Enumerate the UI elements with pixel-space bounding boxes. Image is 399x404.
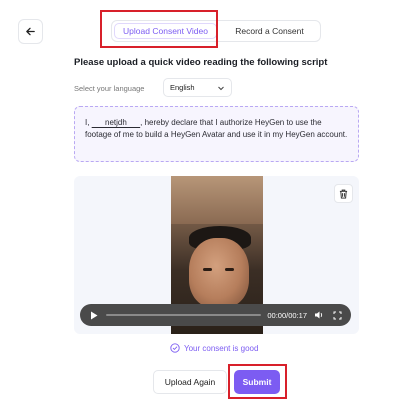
page-title: Please upload a quick video reading the … [74,57,328,68]
fullscreen-button[interactable] [331,309,343,321]
language-select[interactable]: English [163,78,232,97]
video-progress-bar[interactable] [106,314,262,316]
submit-button[interactable]: Submit [234,370,280,394]
tab-upload-consent-video[interactable]: Upload Consent Video [114,23,217,39]
script-prefix: I, [85,118,92,127]
consent-status-text: Your consent is good [184,343,259,353]
consent-script: I, netjdh , hereby declare that I author… [74,106,359,162]
trash-icon [339,189,348,198]
check-circle-icon [170,343,180,353]
tab-record-a-consent[interactable]: Record a Consent [219,21,320,41]
fullscreen-icon [333,311,341,319]
play-button[interactable] [88,309,100,321]
volume-icon [315,311,323,319]
arrow-left-icon [26,27,35,36]
video-preview: 00:00/00:17 [74,176,359,334]
script-name: netjdh [91,118,141,127]
back-button[interactable] [18,19,43,44]
video-controls: 00:00/00:17 [80,304,351,326]
volume-button[interactable] [313,309,325,321]
chevron-down-icon [218,86,224,90]
language-selected-value: English [170,83,195,92]
consent-status: Your consent is good [170,343,258,353]
video-time: 00:00/00:17 [267,310,307,320]
play-icon [91,311,98,319]
upload-again-button[interactable]: Upload Again [153,370,227,394]
consent-mode-tabs: Upload Consent Video Record a Consent [111,20,321,42]
delete-video-button[interactable] [334,184,353,203]
language-label: Select your language [74,84,145,93]
